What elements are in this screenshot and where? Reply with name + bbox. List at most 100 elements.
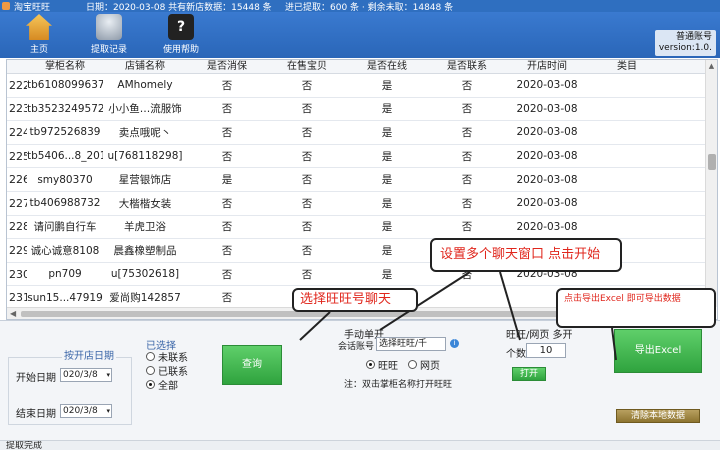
vertical-scroll-thumb[interactable]: [708, 154, 716, 170]
cell-guarantee: 是: [221, 174, 233, 187]
cell-seller[interactable]: tb406988732: [27, 197, 103, 209]
cell-on-sale: 否: [301, 79, 313, 92]
app-icon: [2, 2, 10, 10]
callout-export: 点击导出Excel 即可导出数据: [556, 288, 716, 328]
col-header-guarantee[interactable]: 是否消保: [187, 60, 267, 73]
home-label: 主页: [29, 45, 48, 55]
end-date-field[interactable]: 020/3/8 ▾: [60, 404, 112, 418]
table-row[interactable]: 228 请问鹏自行车 羊虎卫浴 否 否 是 否 2020-03-08: [7, 216, 707, 240]
cell-contacted: 否: [461, 197, 473, 210]
table-body: 222 tb6108099637 AMhomely 否 否 是 否 2020-0…: [7, 74, 707, 310]
cell-seller[interactable]: tb6108099637: [27, 79, 103, 91]
cell-guarantee: 否: [221, 292, 233, 305]
col-header-category[interactable]: 类目: [587, 60, 667, 73]
radio-dot-selected: [146, 380, 155, 389]
app-name: 淘宝旺旺: [14, 2, 51, 13]
cell-contacted: 否: [461, 174, 473, 187]
cell-guarantee: 否: [221, 268, 233, 281]
cell-seller[interactable]: tb5406...8_2011: [27, 150, 103, 162]
col-header-online[interactable]: 是否在线: [347, 60, 427, 73]
cell-on-sale: 否: [301, 150, 313, 163]
cell-seller[interactable]: tb3523249572: [27, 103, 103, 115]
cell-online: 是: [381, 103, 393, 116]
home-icon: [26, 14, 52, 40]
col-header-shop[interactable]: 店铺名称: [103, 60, 187, 73]
cell-seller[interactable]: sun15...47919: [27, 292, 103, 304]
cell-open-date: 2020-03-08: [516, 220, 578, 233]
start-date-field[interactable]: 020/3/8 ▾: [60, 368, 112, 382]
col-header-on-sale[interactable]: 在售宝贝: [267, 60, 347, 73]
cell-open-date: 2020-03-08: [516, 173, 578, 186]
home-button[interactable]: 主页: [14, 14, 64, 56]
col-header-open-date[interactable]: 开店时间: [507, 60, 587, 73]
help-icon: ?: [168, 14, 194, 40]
query-button[interactable]: 查询: [222, 345, 282, 385]
cell-on-sale: 否: [301, 197, 313, 210]
table-row[interactable]: 227 tb406988732 大楷楷女装 否 否 是 否 2020-03-08: [7, 192, 707, 216]
col-header-index: [7, 60, 27, 73]
radio-uncontacted[interactable]: 未联系: [146, 349, 188, 364]
radio-all[interactable]: 全部: [146, 377, 178, 392]
radio-wangwang[interactable]: 旺旺: [366, 357, 398, 372]
toolbar: 主页 提取记录 ? 使用帮助 普通账号 version:1.0.: [0, 12, 720, 58]
cell-seller[interactable]: smy80370: [27, 174, 103, 186]
open-button[interactable]: 打开: [512, 367, 546, 381]
control-panel: 按开店日期 开始日期 020/3/8 ▾ 结束日期 020/3/8 ▾ 已选择 …: [0, 320, 720, 440]
radio-dot-selected: [366, 360, 375, 369]
start-date-value: 020/3/8: [63, 370, 98, 380]
cell-shop: 星营银饰店: [118, 174, 172, 187]
records-button[interactable]: 提取记录: [84, 14, 134, 56]
cell-guarantee: 否: [221, 79, 233, 92]
table-row[interactable]: 223 tb3523249572 小小鱼…流服饰 否 否 是 否 2020-03…: [7, 98, 707, 122]
cell-on-sale: 否: [301, 244, 313, 257]
cell-seller[interactable]: 请问鹏自行车: [27, 219, 103, 234]
vertical-scrollbar[interactable]: ▲: [705, 60, 717, 307]
cell-shop: 爱尚购142857: [109, 292, 181, 305]
callout-choose-wangwang: 选择旺旺号聊天: [292, 288, 418, 312]
status-bar: 提取完成: [0, 440, 720, 450]
cell-guarantee: 否: [221, 221, 233, 234]
cell-on-sale: 否: [301, 103, 313, 116]
shop-table: 掌柜名称 店铺名称 是否消保 在售宝贝 是否在线 是否联系 开店时间 类目 22…: [6, 59, 718, 320]
info-icon[interactable]: i: [450, 339, 459, 348]
col-header-contacted[interactable]: 是否联系: [427, 60, 507, 73]
row-index: 224: [9, 125, 27, 139]
database-icon: [96, 14, 122, 40]
cell-seller[interactable]: pn709: [27, 268, 103, 280]
date-summary: 日期：2020-03-08 共有新店数据：15448 条: [86, 2, 272, 13]
clear-local-data-button[interactable]: 清除本地数据: [616, 409, 700, 423]
export-excel-button[interactable]: 导出Excel: [614, 329, 702, 373]
col-header-seller[interactable]: 掌柜名称: [27, 60, 103, 73]
radio-wangwang-label: 旺旺: [378, 361, 398, 372]
table-row[interactable]: 224 tb972526839 卖点哦呢丶 否 否 是 否 2020-03-08: [7, 121, 707, 145]
row-index: 230: [9, 267, 27, 281]
cell-online: 是: [381, 221, 393, 234]
table-row[interactable]: 222 tb6108099637 AMhomely 否 否 是 否 2020-0…: [7, 74, 707, 98]
cell-shop: 小小鱼…流服饰: [108, 103, 182, 116]
cell-contacted: 否: [461, 103, 473, 116]
radio-contacted[interactable]: 已联系: [146, 363, 188, 378]
radio-dot: [146, 366, 155, 375]
calendar-dropdown-icon[interactable]: ▾: [106, 405, 110, 417]
callout-multi-window: 设置多个聊天窗口 点击开始: [430, 238, 622, 272]
end-date-value: 020/3/8: [63, 406, 98, 416]
account-select[interactable]: 选择旺旺/千: [376, 337, 446, 351]
count-input[interactable]: 10: [526, 343, 566, 358]
radio-all-label: 全部: [158, 381, 178, 392]
table-row[interactable]: 226 smy80370 星营银饰店 是 否 是 否 2020-03-08: [7, 168, 707, 192]
cell-contacted: 否: [461, 126, 473, 139]
table-row[interactable]: 225 tb5406...8_2011 u[768118298] 否 否 是 否…: [7, 145, 707, 169]
cell-contacted: 否: [461, 221, 473, 234]
multi-open-title: 旺旺/网页 多开: [506, 330, 573, 341]
cell-on-sale: 否: [301, 221, 313, 234]
cell-seller[interactable]: tb972526839: [27, 126, 103, 138]
calendar-dropdown-icon[interactable]: ▾: [106, 369, 110, 381]
cell-seller[interactable]: 诚心诚意8108: [27, 243, 103, 258]
scroll-up-icon[interactable]: ▲: [706, 60, 717, 72]
cell-online: 是: [381, 174, 393, 187]
status-text: 提取完成: [6, 441, 43, 450]
help-button[interactable]: ? 使用帮助: [156, 14, 206, 56]
cell-guarantee: 否: [221, 150, 233, 163]
radio-web[interactable]: 网页: [408, 357, 440, 372]
scroll-left-icon[interactable]: ◀: [10, 308, 16, 319]
